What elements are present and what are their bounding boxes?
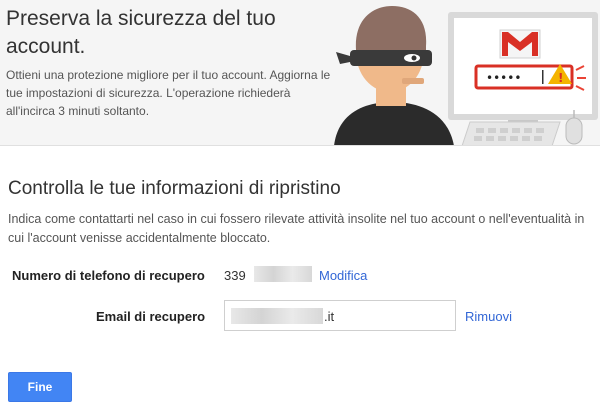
recovery-email-redacted (231, 308, 323, 324)
security-banner: Preserva la sicurezza del tuo account. O… (0, 0, 600, 146)
svg-text:!: ! (558, 71, 563, 85)
recovery-email-domain: .it (324, 309, 335, 324)
security-illustration: ••••• ! (334, 6, 598, 145)
remove-email-link[interactable]: Rimuovi (465, 309, 512, 324)
gmail-icon (499, 29, 541, 59)
done-button[interactable]: Fine (8, 372, 72, 402)
recovery-section-description: Indica come contattarti nel caso in cui … (8, 212, 585, 245)
recovery-section-title: Controlla le tue informazioni di riprist… (8, 178, 341, 199)
modify-phone-link[interactable]: Modifica (319, 268, 367, 283)
recovery-phone-redacted (254, 266, 312, 282)
recovery-email-label: Email di recupero (96, 309, 206, 324)
password-mask: ••••• (486, 71, 521, 85)
recovery-phone-label: Numero di telefono di recupero (12, 268, 205, 283)
recovery-phone-prefix: 339 (224, 268, 246, 283)
thief-icon (334, 6, 454, 145)
keyboard-icon (461, 121, 561, 145)
banner-description: Ottieni una protezione migliore per il t… (6, 68, 331, 118)
banner-title: Preserva la sicurezza del tuo account. (6, 7, 276, 58)
